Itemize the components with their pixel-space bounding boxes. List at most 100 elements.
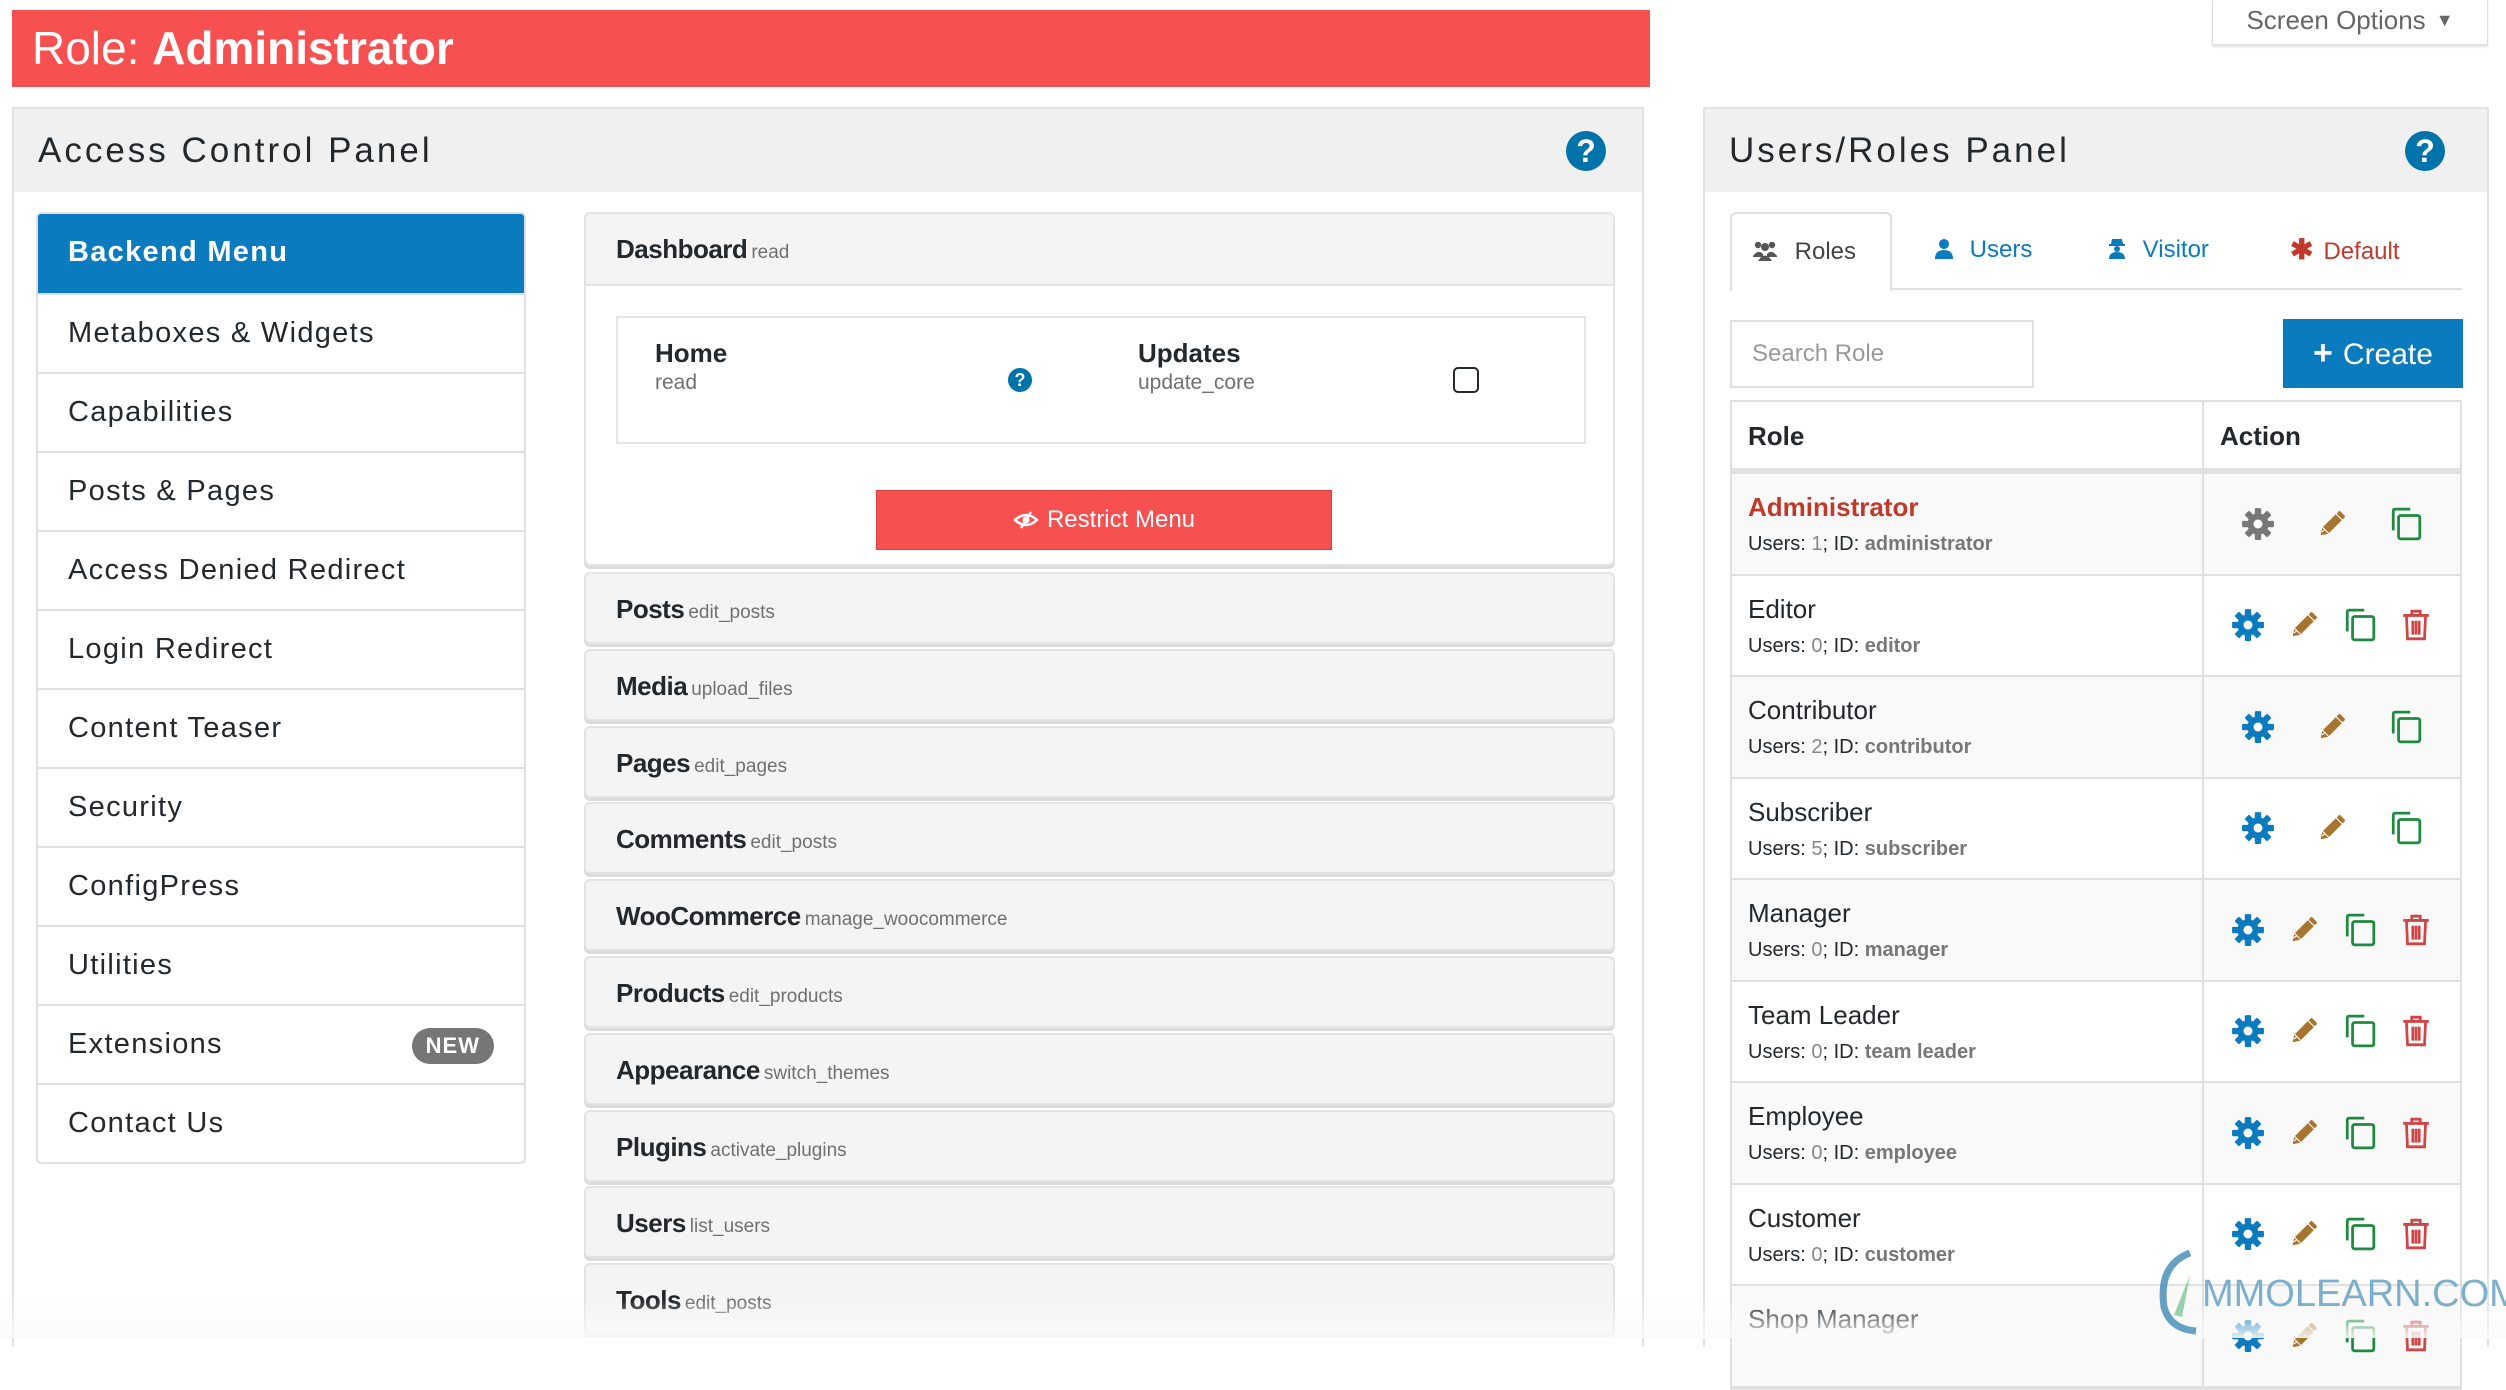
trash-icon[interactable] <box>2399 1014 2433 1048</box>
help-icon[interactable]: ? <box>1008 368 1032 392</box>
sidebar-item-login-redirect[interactable]: Login Redirect <box>38 609 524 688</box>
access-panel-title: Access Control Panel <box>38 131 433 170</box>
table-row: Manager Users: 0; ID: manager <box>1732 880 2460 982</box>
menu-card-users[interactable]: Users list_users <box>584 1186 1615 1259</box>
pencil-icon[interactable] <box>2287 608 2321 642</box>
gear-icon[interactable] <box>2241 507 2275 541</box>
tab-roles-label: Roles <box>1794 238 1857 265</box>
gear-icon[interactable] <box>2241 811 2275 845</box>
trash-icon[interactable] <box>2399 1116 2433 1150</box>
role-name[interactable]: Manager <box>1748 898 2202 929</box>
sidebar-item-security[interactable]: Security <box>38 767 524 846</box>
pencil-icon[interactable] <box>2287 1217 2321 1251</box>
gear-icon[interactable] <box>2231 913 2265 947</box>
screen-options-button[interactable]: Screen Options ▼ <box>2212 0 2488 45</box>
menu-capability: edit_products <box>728 986 843 1007</box>
sidebar-item-backend-menu[interactable]: Backend Menu <box>38 214 524 293</box>
pencil-icon[interactable] <box>2315 507 2349 541</box>
clone-icon[interactable] <box>2343 1319 2377 1353</box>
menu-card-woocommerce[interactable]: WooCommerce manage_woocommerce <box>584 879 1615 952</box>
clone-icon[interactable] <box>2343 1014 2377 1048</box>
tab-visitor-label: Visitor <box>2142 236 2209 263</box>
clone-icon[interactable] <box>2389 507 2423 541</box>
clone-icon[interactable] <box>2343 913 2377 947</box>
clone-icon[interactable] <box>2389 811 2423 845</box>
sidebar-item-label: Extensions <box>68 1028 223 1060</box>
pencil-icon[interactable] <box>2287 1319 2321 1353</box>
user-icon <box>1935 236 1960 263</box>
trash-icon[interactable] <box>2399 608 2433 642</box>
dashboard-header[interactable]: Dashboard read <box>586 214 1613 286</box>
role-name[interactable]: Team Leader <box>1748 1000 2202 1031</box>
pencil-icon[interactable] <box>2315 811 2349 845</box>
sidebar-item-label: Posts & Pages <box>68 475 276 507</box>
menu-card-pages[interactable]: Pages edit_pages <box>584 725 1615 798</box>
users-count: 0 <box>1811 634 1823 657</box>
search-role-input[interactable] <box>1730 320 2034 388</box>
clone-icon[interactable] <box>2343 608 2377 642</box>
tab-roles[interactable]: Roles <box>1730 212 1892 292</box>
table-row: Team Leader Users: 0; ID: team leader <box>1732 981 2460 1083</box>
menu-name: Comments <box>616 824 747 855</box>
tab-users[interactable]: Users <box>1935 212 2032 290</box>
gear-icon[interactable] <box>2231 1319 2265 1353</box>
menu-name: Tools <box>616 1285 681 1316</box>
asterisk-icon: ✱ <box>2290 234 2314 265</box>
pencil-icon[interactable] <box>2287 1116 2321 1150</box>
sidebar-item-posts-pages[interactable]: Posts & Pages <box>38 451 524 530</box>
role-name[interactable]: Shop Manager <box>1748 1304 2202 1335</box>
pencil-icon[interactable] <box>2315 710 2349 744</box>
clone-icon[interactable] <box>2343 1116 2377 1150</box>
sidebar-item-metaboxes-widgets[interactable]: Metaboxes & Widgets <box>38 293 524 372</box>
menu-card-title: Pages edit_pages <box>616 728 787 802</box>
trash-icon[interactable] <box>2399 1319 2433 1353</box>
pencil-icon[interactable] <box>2287 913 2321 947</box>
gear-icon[interactable] <box>2231 1217 2265 1251</box>
menu-name: Dashboard <box>616 234 748 264</box>
role-name[interactable]: Contributor <box>1748 695 2202 726</box>
role-name[interactable]: Administrator <box>1748 492 2202 523</box>
sidebar-item-label: Security <box>68 791 184 823</box>
sidebar-item-extensions[interactable]: Extensions NEW <box>38 1004 524 1083</box>
menu-card-comments[interactable]: Comments edit_posts <box>584 802 1615 875</box>
role-name[interactable]: Employee <box>1748 1101 2202 1132</box>
role-cell: Subscriber Users: 5; ID: subscriber <box>1732 778 2204 878</box>
help-icon[interactable]: ? <box>2405 131 2445 171</box>
sidebar-item-utilities[interactable]: Utilities <box>38 925 524 1004</box>
menu-card-plugins[interactable]: Plugins activate_plugins <box>584 1109 1615 1182</box>
menu-capability: switch_themes <box>763 1062 890 1084</box>
gear-icon[interactable] <box>2241 710 2275 744</box>
tab-visitor[interactable]: Visitor <box>2108 212 2209 290</box>
pencil-icon[interactable] <box>2287 1014 2321 1048</box>
menu-card-media[interactable]: Media upload_files <box>584 648 1615 721</box>
menu-card-products[interactable]: Products edit_products <box>584 956 1615 1028</box>
restrict-menu-button[interactable]: Restrict Menu <box>876 490 1332 550</box>
sidebar-item-access-denied-redirect[interactable]: Access Denied Redirect <box>38 530 524 609</box>
id-label: ID: <box>1833 1243 1860 1266</box>
role-name[interactable]: Customer <box>1748 1203 2202 1234</box>
tab-default[interactable]: ✱ Default <box>2290 212 2400 290</box>
role-id: editor <box>1864 634 1921 657</box>
role-meta: Users: 5; ID: subscriber <box>1748 837 1967 860</box>
create-role-button[interactable]: + Create <box>2283 319 2463 388</box>
sidebar-item-content-teaser[interactable]: Content Teaser <box>38 688 524 767</box>
trash-icon[interactable] <box>2399 1217 2433 1251</box>
gear-icon[interactable] <box>2231 1014 2265 1048</box>
menu-card-posts[interactable]: Posts edit_posts <box>584 572 1615 644</box>
role-name[interactable]: Editor <box>1748 594 2202 625</box>
clone-icon[interactable] <box>2389 710 2423 744</box>
menu-card-appearance[interactable]: Appearance switch_themes <box>584 1032 1615 1105</box>
menu-card-tools[interactable]: Tools edit_posts <box>584 1263 1615 1336</box>
sidebar-item-configpress[interactable]: ConfigPress <box>38 846 524 925</box>
sidebar-item-contact-us[interactable]: Contact Us <box>38 1083 524 1162</box>
menu-card-title: Tools edit_posts <box>616 1265 772 1339</box>
gear-icon[interactable] <box>2231 608 2265 642</box>
role-name[interactable]: Subscriber <box>1748 797 2202 828</box>
clone-icon[interactable] <box>2343 1217 2377 1251</box>
help-icon[interactable]: ? <box>1566 131 1606 171</box>
trash-icon[interactable] <box>2399 913 2433 947</box>
sidebar-item-capabilities[interactable]: Capabilities <box>38 372 524 451</box>
action-cell <box>2204 982 2460 1082</box>
gear-icon[interactable] <box>2231 1116 2265 1150</box>
updates-checkbox[interactable] <box>1453 367 1479 393</box>
